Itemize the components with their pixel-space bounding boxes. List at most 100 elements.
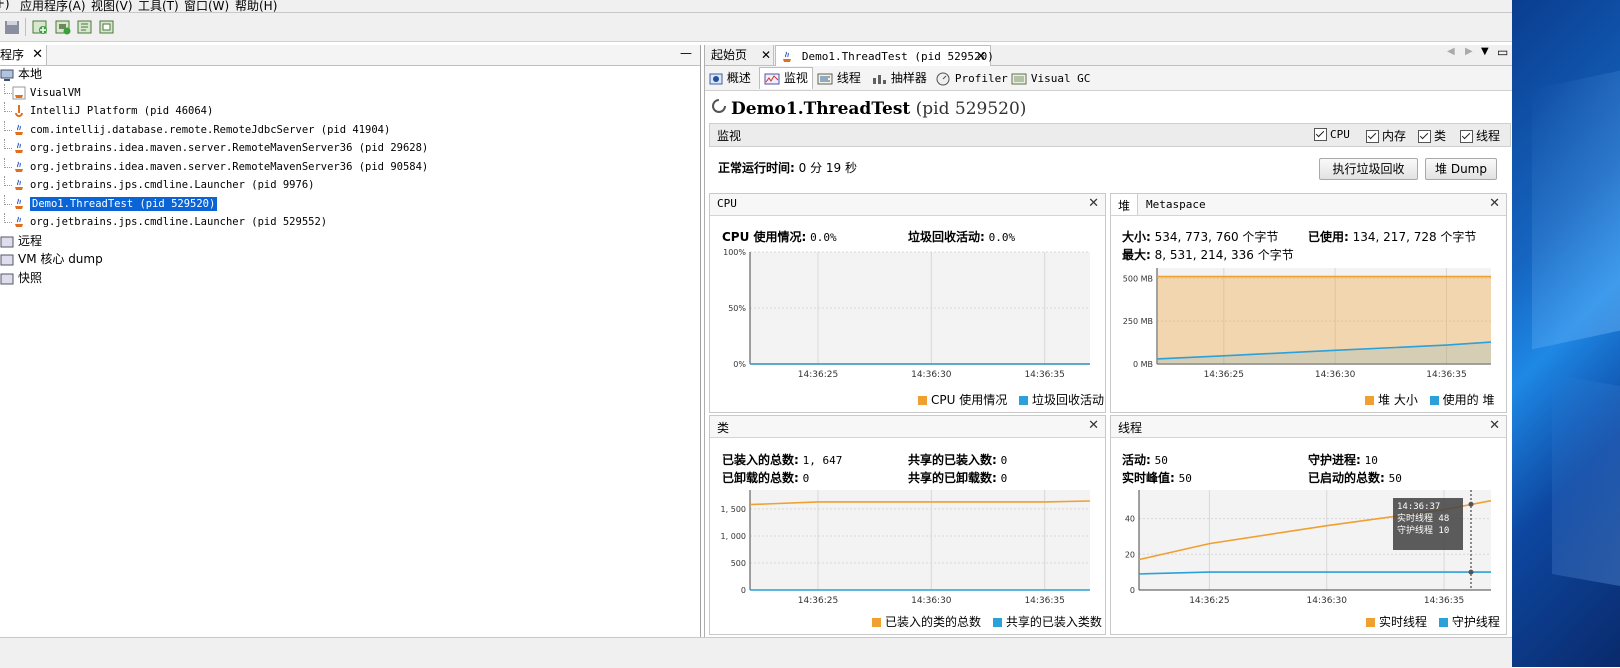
tab-applications-label: 程序 — [0, 48, 25, 62]
tab-profiler[interactable]: Profiler — [935, 69, 1008, 88]
tab-monitor[interactable]: 监视 — [759, 67, 813, 89]
menu-view[interactable]: 视图(V) — [91, 0, 133, 12]
application-tree: 本地 VisualVM IntelliJ Platform (pid 46064) c… — [0, 65, 700, 625]
y-tick-label: 100% — [723, 248, 746, 257]
legend-daemon-threads: 守护线程 — [1451, 615, 1500, 629]
perform-gc-button[interactable]: 执行垃圾回收 — [1319, 158, 1418, 180]
cpu-legend: CPU 使用情况 垃圾回收活动 — [918, 391, 1104, 408]
close-icon[interactable]: ✕ — [976, 46, 986, 66]
tree-item-label: 远程 — [18, 233, 43, 248]
scroll-left-icon[interactable]: ◀ — [1447, 46, 1455, 57]
shared-loaded: 共享的已装入数: 0 — [908, 451, 1007, 468]
dropdown-icon[interactable]: ▼ — [1481, 46, 1489, 57]
document-tabs: 起始页 ✕ Demo1.ThreadTest (pid 529520) ✕ ◀ … — [705, 45, 1513, 66]
page-title: Demo1.ThreadTest (pid 529520) — [731, 99, 1026, 119]
tab-visual-gc[interactable]: Visual GC — [1011, 69, 1090, 88]
close-icon[interactable]: ✕ — [1489, 418, 1500, 433]
tree-item[interactable]: org.jetbrains.jps.cmdline.Launcher (pid … — [0, 213, 327, 231]
visual-gc-icon — [1011, 73, 1027, 84]
close-icon[interactable]: ✕ — [1088, 196, 1099, 211]
checkbox-threads[interactable]: 线程 — [1460, 127, 1500, 144]
tree-item[interactable]: com.intellij.database.remote.RemoteJdbcS… — [0, 120, 390, 139]
y-tick-label: 250 MB — [1123, 317, 1153, 326]
intellij-icon — [15, 105, 23, 117]
x-tick-label: 14:36:30 — [1307, 596, 1348, 606]
x-tick-label: 14:36:35 — [1426, 370, 1466, 380]
cpu-usage-value: 0.0% — [810, 231, 837, 244]
cpu-usage-label: CPU 使用情况: — [722, 230, 807, 244]
x-tick-label: 14:36:25 — [798, 370, 838, 380]
remote-icon — [0, 236, 14, 247]
x-tick-label: 14:36:30 — [911, 596, 952, 606]
tree-connector — [4, 176, 12, 186]
close-icon[interactable]: ✕ — [761, 45, 771, 65]
tab-metaspace[interactable]: Metaspace — [1146, 198, 1206, 211]
desktop-light-beam — [1532, 70, 1620, 350]
legend-gc-activity: 垃圾回收活动 — [1032, 393, 1105, 407]
tab-sampler[interactable]: 抽样器 — [871, 69, 927, 88]
scroll-right-icon[interactable]: ▶ — [1465, 46, 1473, 57]
threads-peak-value: 50 — [1178, 472, 1192, 485]
tree-item-label: org.jetbrains.jps.cmdline.Launcher (pid … — [30, 179, 315, 191]
tab-threads[interactable]: 线程 — [817, 69, 861, 88]
menu-tools[interactable]: 工具(T) — [138, 0, 179, 12]
heap-dump-button[interactable]: 堆 Dump — [1425, 158, 1497, 180]
threads-live-value: 50 — [1154, 454, 1168, 467]
y-tick-label: 0 — [741, 586, 746, 595]
java-icon — [15, 179, 23, 190]
add-jmx-icon[interactable] — [31, 18, 49, 36]
checkbox-classes[interactable]: 类 — [1418, 127, 1446, 144]
save-icon[interactable] — [3, 18, 21, 36]
workspace: 起始页 ✕ Demo1.ThreadTest (pid 529520) ✕ ◀ … — [704, 45, 1513, 637]
checkbox-memory[interactable]: 内存 — [1366, 127, 1406, 144]
tab-applications[interactable]: 程序 ✕ — [0, 45, 47, 65]
sampler-icon — [873, 74, 886, 84]
menu-file[interactable]: F) — [0, 0, 10, 11]
tree-item[interactable]: 快照 — [0, 269, 42, 287]
tree-item[interactable]: 远程 — [0, 232, 42, 250]
tree-item-selected[interactable]: Demo1.ThreadTest (pid 529520) — [0, 194, 218, 213]
legend-swatch-orange — [918, 396, 927, 405]
add-remote-host-icon[interactable] — [54, 18, 72, 36]
tab-overview[interactable]: 概述 — [709, 69, 751, 88]
add-snapshot-icon[interactable] — [98, 18, 116, 36]
tree-item[interactable]: 本地 — [0, 65, 42, 83]
classes-unloaded-value: 0 — [802, 472, 810, 485]
profiler-icon — [936, 72, 950, 85]
tree-item[interactable]: IntelliJ Platform (pid 46064) — [0, 102, 213, 120]
close-icon[interactable]: ✕ — [1088, 418, 1099, 433]
tab-demo1-threadtest[interactable]: Demo1.ThreadTest (pid 529520) ✕ — [775, 45, 994, 66]
tree-item-label: org.jetbrains.idea.maven.server.RemoteMa… — [30, 142, 429, 154]
tree-item[interactable]: org.jetbrains.jps.cmdline.Launcher (pid … — [0, 176, 314, 194]
y-tick-label: 1, 000 — [721, 532, 746, 541]
legend-loaded-classes: 已装入的类的总数 — [885, 615, 982, 629]
tree-item[interactable]: VM 核心 dump — [0, 250, 103, 268]
checkbox-checked-icon — [1460, 130, 1473, 143]
menu-applications[interactable]: 应用程序(A) — [20, 0, 86, 12]
checkbox-cpu[interactable]: CPU — [1314, 127, 1350, 141]
y-tick-label: 500 MB — [1123, 274, 1153, 283]
maximize-icon[interactable]: ▭ — [1497, 45, 1508, 59]
tree-item-label: 快照 — [18, 270, 43, 285]
tree-item[interactable]: org.jetbrains.idea.maven.server.RemoteMa… — [0, 139, 428, 157]
tree-item[interactable]: org.jetbrains.idea.maven.server.RemoteMa… — [0, 157, 428, 176]
heap-used-label: 已使用: — [1308, 230, 1349, 244]
close-icon[interactable]: ✕ — [1489, 196, 1500, 211]
tab-sampler-label: 抽样器 — [890, 71, 927, 85]
tree-connector — [4, 102, 12, 112]
tab-heap[interactable]: 堆 — [1111, 194, 1138, 215]
menu-help[interactable]: 帮助(H) — [235, 0, 277, 12]
legend-used-heap: 使用的 堆 — [1442, 393, 1495, 407]
gc-activity-value: 0.0% — [988, 231, 1016, 244]
menu-window[interactable]: 窗口(W) — [184, 0, 229, 12]
close-icon[interactable]: ✕ — [32, 45, 43, 65]
toolbar — [0, 13, 1512, 42]
checkbox-cpu-label: CPU — [1330, 128, 1350, 141]
tab-start-page[interactable]: 起始页 ✕ — [705, 45, 774, 65]
uptime-label: 正常运行时间: — [718, 161, 795, 175]
add-coredump-icon[interactable] — [76, 18, 94, 36]
legend-swatch-blue — [992, 618, 1002, 627]
tree-item[interactable]: VisualVM — [0, 83, 81, 102]
heap-max-value: 8, 531, 214, 336 个字节 — [1154, 248, 1294, 262]
minimize-icon[interactable]: — — [680, 46, 692, 60]
